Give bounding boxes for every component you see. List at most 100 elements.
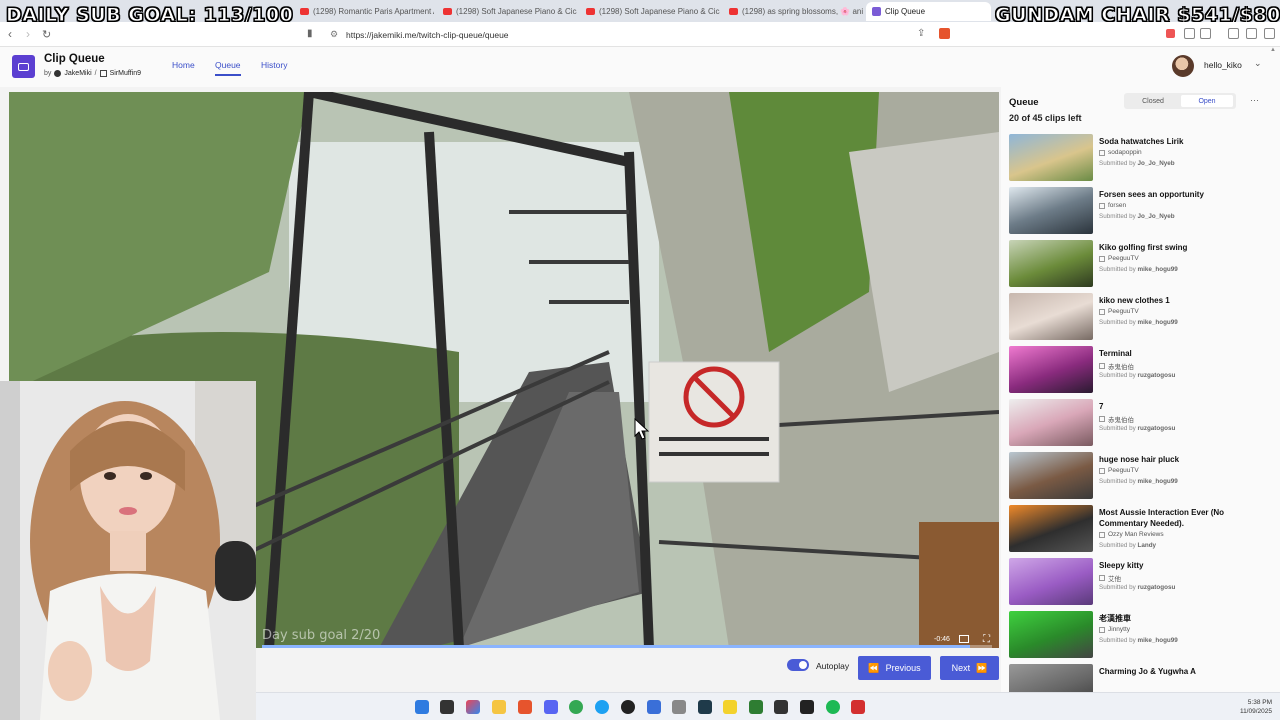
clip-thumbnail[interactable] (1009, 664, 1093, 692)
tab-label: (1298) Romantic Paris Apartment Am (313, 7, 434, 16)
video-progress-bar[interactable] (262, 645, 992, 648)
twitch-icon (1099, 308, 1105, 315)
tab-label: (1298) Soft Japanese Piano & Cicada (456, 7, 577, 16)
playlist-icon[interactable] (1228, 28, 1239, 39)
browser-tab-active[interactable]: Clip Queue (866, 2, 991, 21)
queue-closed-option[interactable]: Closed (1127, 95, 1179, 107)
back-icon[interactable]: ‹ (8, 27, 12, 41)
submitter-name: Landy (1137, 542, 1157, 549)
spotify-icon[interactable] (826, 700, 840, 714)
browser-tab[interactable]: (1298) Soft Japanese Piano & Cicada (437, 2, 577, 21)
fast-forward-icon: ⏩ (976, 662, 988, 673)
copilot-icon[interactable] (466, 700, 480, 714)
picture-in-picture-icon[interactable] (959, 635, 969, 643)
queue-item[interactable]: huge nose hair pluck PeeguuTV Submitted by… (1009, 452, 1277, 502)
clip-title: huge nose hair pluck (1099, 455, 1180, 464)
youtube-icon (300, 8, 309, 15)
reload-icon[interactable]: ↻ (42, 28, 51, 41)
twitch-icon (1099, 202, 1105, 209)
clip-thumbnail[interactable] (1009, 240, 1093, 287)
clip-channel-name: Ozzy Man Reviews (1108, 531, 1164, 538)
nav-home[interactable]: Home (172, 60, 195, 70)
queue-item[interactable]: kiko new clothes 1 PeeguuTV Submitted by m… (1009, 293, 1277, 343)
clip-thumbnail[interactable] (1009, 346, 1093, 393)
notepad-icon[interactable] (749, 700, 763, 714)
clip-submitter: Submitted by Jo_Jo_Nyeb (1099, 160, 1175, 167)
site-settings-icon[interactable]: ⚙ (330, 29, 338, 40)
tab-label: (1298) Soft Japanese Piano & Cicada (599, 7, 720, 16)
clip-thumbnail[interactable] (1009, 399, 1093, 446)
edge-icon[interactable] (595, 700, 609, 714)
queue-item[interactable]: Charming Jo & Yugwha A (1009, 664, 1277, 692)
taskbar-clock[interactable]: 5:38 PM 11/09/2025 (1240, 698, 1272, 716)
clip-submitter: Submitted by mike_hogu99 (1099, 637, 1178, 644)
obs-icon[interactable] (621, 700, 635, 714)
clip-thumbnail[interactable] (1009, 452, 1093, 499)
url-input[interactable]: ⚙ https://jakemiki.me/twitch-clip-queue/… (322, 25, 952, 44)
queue-item[interactable]: Most Aussie Interaction Ever (No Comment… (1009, 505, 1277, 555)
submitter-name: ruzgatogosu (1137, 584, 1176, 591)
chrome-icon[interactable] (569, 700, 583, 714)
app-icon[interactable] (851, 700, 865, 714)
queue-item[interactable]: 老漢推車 Jinnytty Submitted by mike_hogu99 (1009, 611, 1277, 661)
user-avatar[interactable] (1172, 55, 1194, 77)
byline-prefix: by (44, 70, 52, 77)
menu-icon[interactable] (1264, 28, 1275, 39)
clip-channel-name: PeeguuTV (1108, 255, 1139, 262)
extension-icon[interactable] (1200, 28, 1211, 39)
submitted-prefix: Submitted by (1099, 584, 1136, 591)
previous-button[interactable]: ⏪ Previous (858, 656, 931, 680)
app-icon[interactable] (672, 700, 686, 714)
nav-history[interactable]: History (261, 60, 287, 70)
clip-thumbnail[interactable] (1009, 505, 1093, 552)
console-icon[interactable] (774, 700, 788, 714)
queue-item[interactable]: Kiko golfing first swing PeeguuTV Submitte… (1009, 240, 1277, 290)
chevron-down-icon[interactable]: ⌄ (1254, 58, 1262, 69)
discord-icon[interactable] (544, 700, 558, 714)
queue-open-option[interactable]: Open (1181, 95, 1233, 107)
app-icon[interactable] (647, 700, 661, 714)
queue-item[interactable]: Soda hatwatches Lirik sodapoppin Submitted… (1009, 134, 1277, 184)
browser-tab[interactable]: (1298) Soft Japanese Piano & Cicada (580, 2, 720, 21)
clip-thumbnail[interactable] (1009, 611, 1093, 658)
extension-icon[interactable] (1166, 29, 1175, 38)
sidebar-icon[interactable] (1246, 28, 1257, 39)
clip-thumbnail[interactable] (1009, 293, 1093, 340)
brave-shield-icon[interactable] (939, 28, 950, 39)
queue-open-closed-toggle: Closed Open (1124, 93, 1236, 109)
browser-tab[interactable]: (1298) Romantic Paris Apartment Am (294, 2, 434, 21)
terminal-icon[interactable] (698, 700, 712, 714)
clip-channel-name: Jinnytty (1108, 626, 1131, 633)
rewind-icon: ⏪ (868, 662, 880, 673)
author-link[interactable]: SirMuffin9 (110, 70, 141, 77)
author-link[interactable]: JakeMiki (64, 70, 91, 77)
browser-tab[interactable]: (1298) as spring blossoms, 🌸 anime (723, 2, 863, 21)
forward-icon[interactable]: › (26, 27, 30, 41)
downloader-icon[interactable] (800, 700, 814, 714)
app-logo-icon[interactable] (12, 55, 35, 78)
clip-channel-name: 艾他 (1108, 576, 1121, 583)
brave-icon[interactable] (518, 700, 532, 714)
task-view-icon[interactable] (440, 700, 454, 714)
bookmark-icon[interactable]: ▮ (307, 28, 313, 39)
more-icon[interactable]: ⋯ (1250, 95, 1259, 106)
tab-label: (1298) as spring blossoms, 🌸 anime (742, 7, 863, 16)
start-icon[interactable] (415, 700, 429, 714)
clip-thumbnail[interactable] (1009, 558, 1093, 605)
clip-thumbnail[interactable] (1009, 187, 1093, 234)
next-button[interactable]: Next ⏩ (940, 656, 999, 680)
scroll-up-icon[interactable]: ▲ (1270, 47, 1276, 53)
file-explorer-icon[interactable] (492, 700, 506, 714)
fullscreen-icon[interactable]: ⛶ (983, 634, 990, 645)
queue-item[interactable]: Sleepy kitty 艾他 Submitted by ruzgatogosu (1009, 558, 1277, 608)
queue-item[interactable]: 7 赤鬼伯伯 Submitted by ruzgatogosu (1009, 399, 1277, 449)
queue-item[interactable]: Terminal 赤鬼伯伯 Submitted by ruzgatogosu (1009, 346, 1277, 396)
clip-thumbnail[interactable] (1009, 134, 1093, 181)
extension-icon[interactable] (1184, 28, 1195, 39)
share-icon[interactable]: ⇪ (917, 28, 925, 39)
queue-item[interactable]: Forsen sees an opportunity forsen Submitte… (1009, 187, 1277, 237)
nav-queue[interactable]: Queue (215, 60, 241, 76)
username[interactable]: hello_kiko (1204, 60, 1242, 70)
autoplay-toggle[interactable] (787, 659, 809, 671)
app-icon[interactable] (723, 700, 737, 714)
